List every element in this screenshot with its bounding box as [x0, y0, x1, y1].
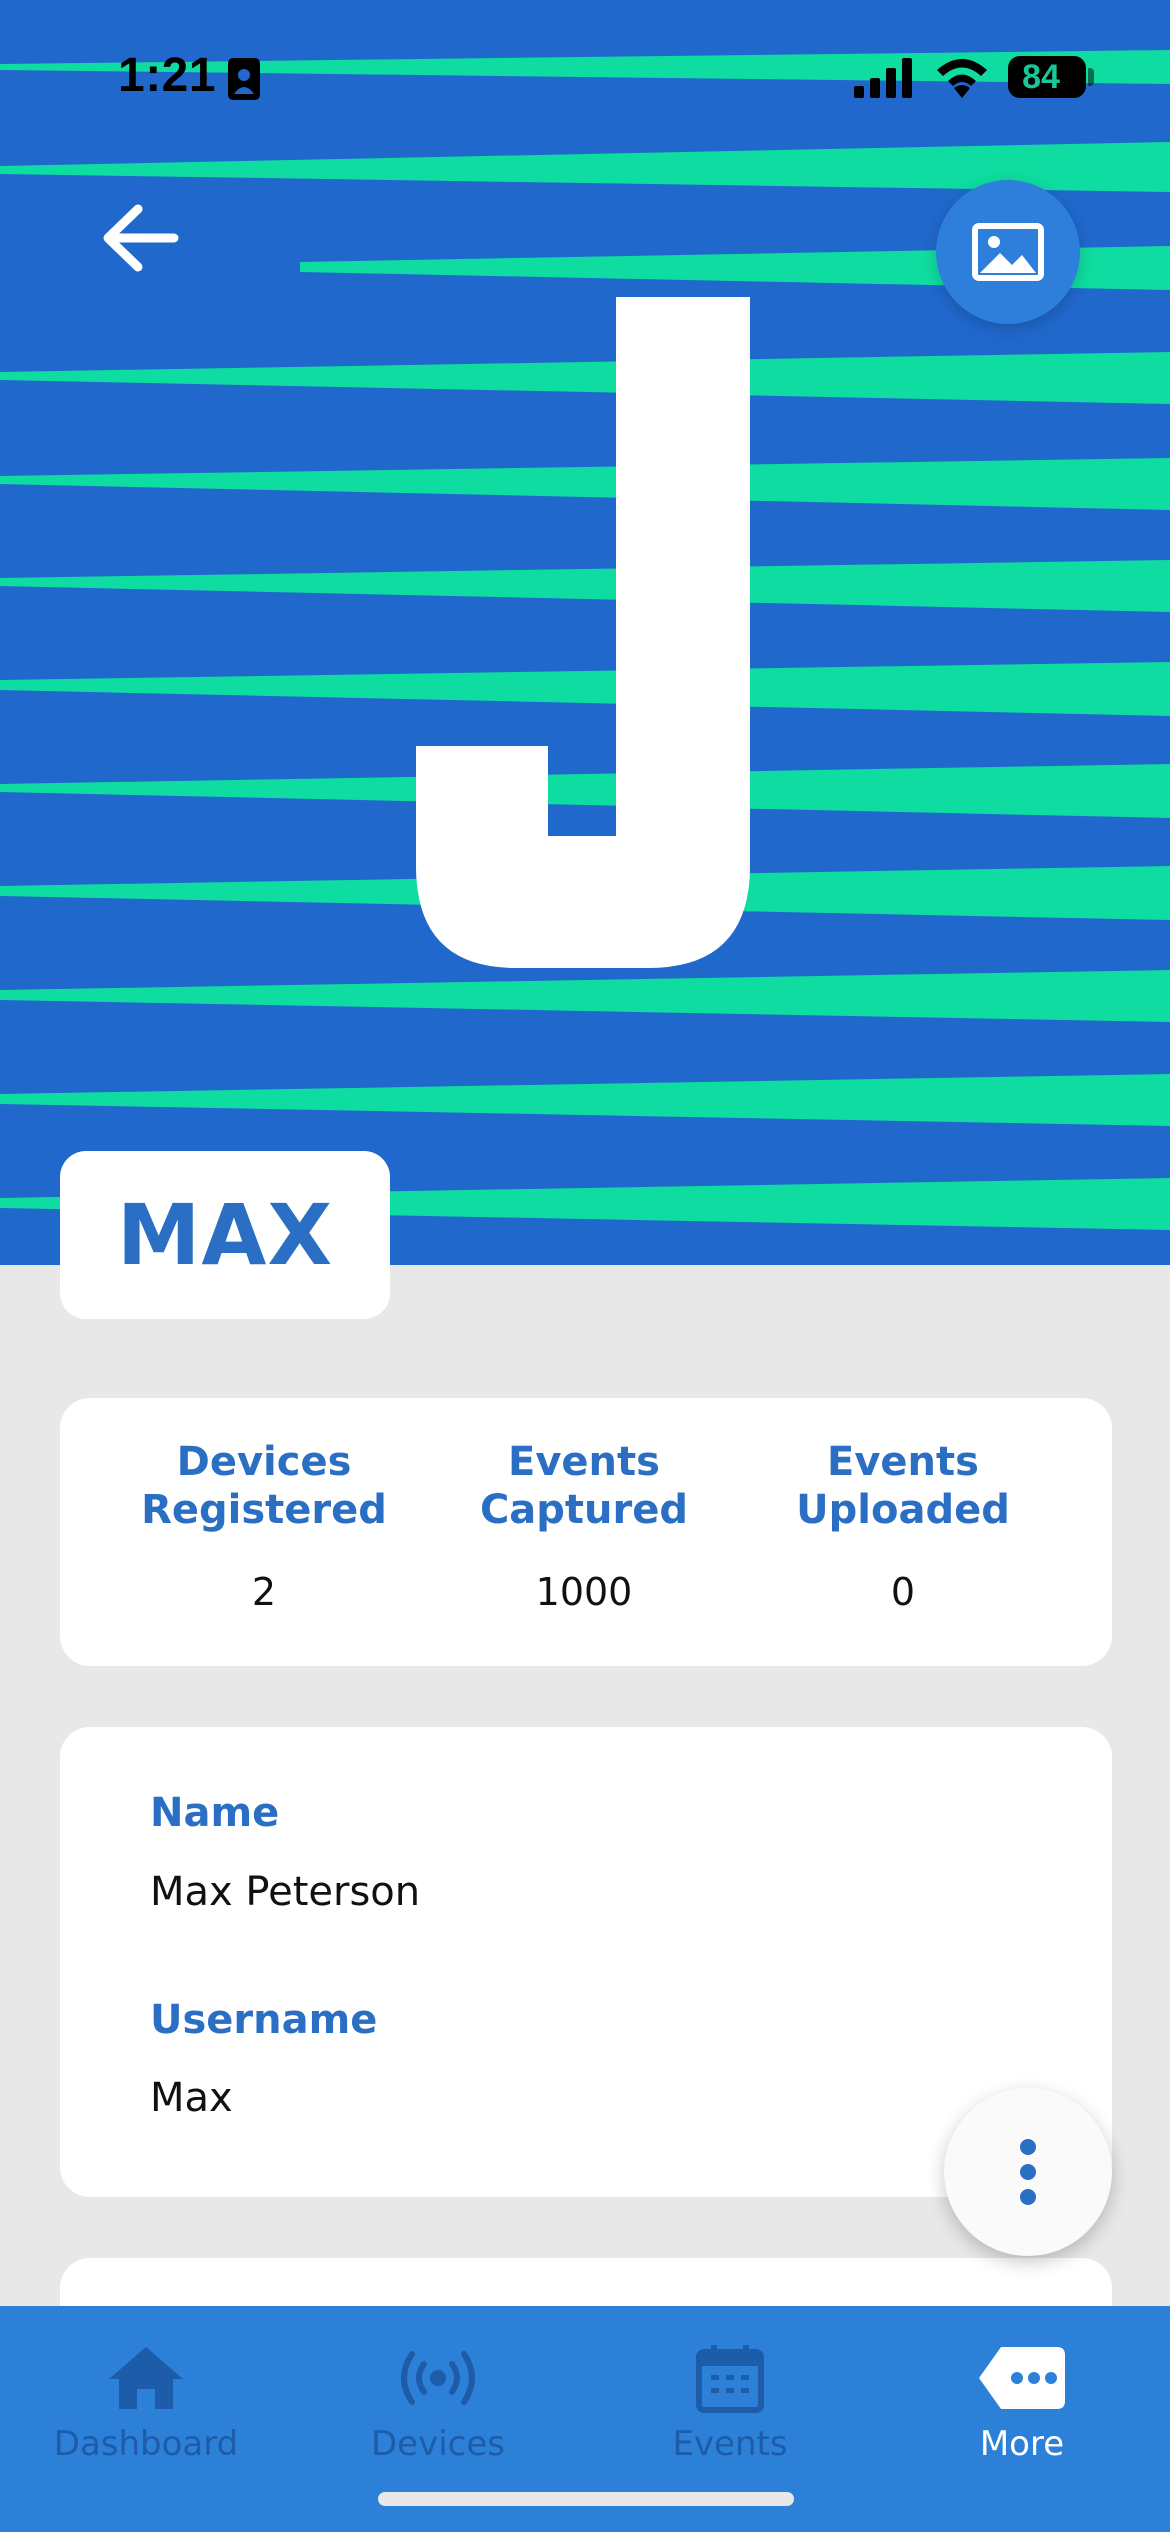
stat-value: 0 [890, 1570, 916, 1614]
nav-item-events[interactable]: Events [584, 2306, 876, 2486]
name-value: Max Peterson [150, 1869, 421, 1915]
image-icon [972, 223, 1044, 281]
username-label: Username [150, 1997, 378, 2043]
stat-label: Events Uploaded [796, 1439, 1010, 1533]
contact-card-icon [228, 58, 260, 100]
nav-item-devices[interactable]: Devices [292, 2306, 584, 2486]
broadcast-icon [401, 2351, 475, 2405]
name-label: Name [150, 1790, 280, 1836]
profile-details-card: Name Max Peterson Username Max [60, 1727, 1112, 2197]
nav-label: Dashboard [53, 2424, 239, 2464]
stat-events-captured: Events Captured 1000 [419, 1438, 749, 1614]
stat-value: 2 [251, 1570, 277, 1614]
status-bar: 1:21 84 [0, 0, 1170, 150]
stats-card: Devices Registered 2 Events Captured 100… [60, 1398, 1112, 1666]
profile-display-name: MAX [116, 1186, 334, 1284]
profile-name-tag: MAX [60, 1151, 390, 1319]
back-button[interactable] [92, 190, 188, 286]
stat-devices-registered: Devices Registered 2 [99, 1438, 429, 1614]
wifi-icon [937, 59, 987, 98]
battery-cap [1088, 68, 1094, 86]
battery-icon: 84 [1008, 56, 1086, 98]
calendar-icon [696, 2345, 764, 2413]
stat-label: Devices Registered [141, 1439, 387, 1533]
stat-events-uploaded: Events Uploaded 0 [738, 1438, 1068, 1614]
nav-item-more[interactable]: More [876, 2306, 1168, 2486]
nav-label: More [979, 2424, 1065, 2464]
username-value: Max [150, 2075, 233, 2121]
battery-level: 84 [1022, 57, 1060, 96]
nav-item-dashboard[interactable]: Dashboard [0, 2306, 292, 2486]
nav-label: Devices [371, 2424, 505, 2464]
home-icon [109, 2347, 183, 2409]
change-banner-image-button[interactable] [936, 180, 1080, 324]
nav-label: Events [672, 2424, 788, 2464]
more-options-button[interactable] [944, 2088, 1112, 2256]
cellular-signal-icon [854, 58, 912, 98]
status-time: 1:21 [118, 49, 217, 102]
stat-value: 1000 [535, 1570, 633, 1614]
arrow-left-icon [103, 204, 179, 272]
stat-label: Events Captured [479, 1439, 689, 1533]
more-icon [979, 2347, 1065, 2409]
vertical-dots-icon [1020, 2139, 1036, 2205]
home-indicator[interactable] [378, 2492, 794, 2506]
